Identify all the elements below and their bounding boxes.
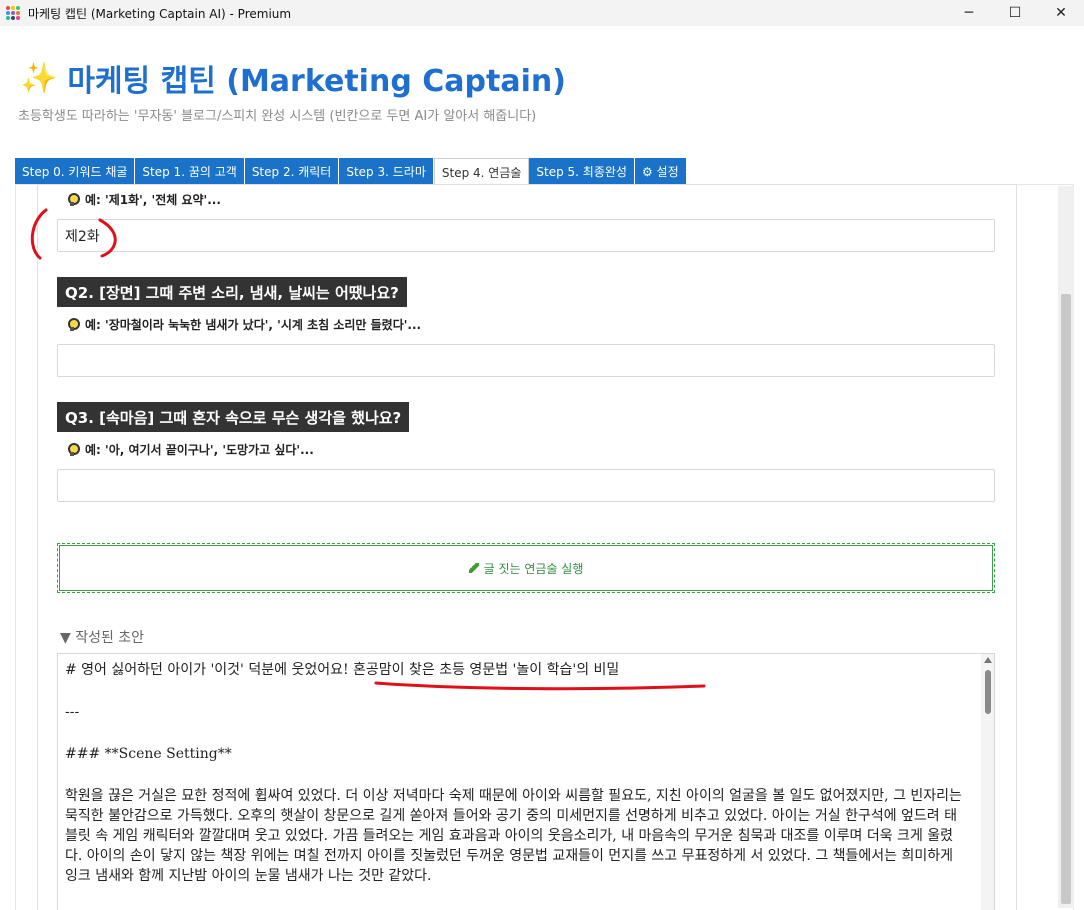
q3-hint: 예: '아, 여기서 끝이구나', '도망가고 싶다'...: [67, 441, 314, 458]
lightbulb-icon: [67, 442, 80, 457]
scroll-up-icon[interactable]: [984, 657, 992, 663]
tab-settings[interactable]: ⚙ 설정: [634, 158, 687, 184]
lightbulb-icon: [67, 192, 80, 207]
window-title: 마케팅 캡틴 (Marketing Captain AI) - Premium: [28, 6, 292, 21]
panel-scrollbar-thumb[interactable]: [1061, 294, 1071, 904]
tab-step-0[interactable]: Step 0. 키워드 채굴: [15, 158, 136, 184]
page-title: ✨ 마케팅 캡틴 (Marketing Captain): [20, 56, 566, 100]
page-subtitle: 초등학생도 따라하는 '무자동' 블로그/스피치 완성 시스템 (빈칸으로 두면…: [18, 109, 537, 124]
tab-step-4[interactable]: Step 4. 연금술: [433, 158, 530, 185]
sparkle-icon: ✨: [20, 60, 58, 96]
draft-line: 학원을 끊은 거실은 묘한 정적에 휩싸여 있었다. 더 이상 저녁마다 숙제 …: [65, 788, 962, 884]
q2-label: Q2. [장면] 그때 주변 소리, 냄새, 날씨는 어땠나요?: [57, 277, 407, 307]
maximize-button[interactable]: ☐: [992, 0, 1038, 26]
step-tabs: Step 0. 키워드 채굴 Step 1. 꿈의 고객 Step 2. 캐릭터…: [15, 158, 687, 185]
draft-scrollbar-thumb[interactable]: [985, 670, 991, 714]
q2-hint-text: 예: '장마철이라 눅눅한 냄새가 났다', '시계 초침 소리만 들렸다'..…: [85, 318, 422, 332]
window-titlebar: 마케팅 캡틴 (Marketing Captain AI) - Premium …: [0, 0, 1084, 26]
minimize-button[interactable]: ─: [946, 0, 992, 26]
tab-step-3[interactable]: Step 3. 드라마: [339, 158, 434, 184]
draft-section-title[interactable]: ▼ 작성된 초안: [60, 627, 144, 647]
q3-hint-text: 예: '아, 여기서 끝이구나', '도망가고 싶다'...: [85, 443, 314, 457]
draft-textarea[interactable]: # 영어 싫어하던 아이가 '이것' 덕분에 웃었어요! 혼공맘이 찾은 초등 …: [57, 653, 995, 910]
lightbulb-icon: [67, 317, 80, 332]
draft-scrollbar[interactable]: [981, 654, 994, 910]
page-title-text: 마케팅 캡틴 (Marketing Captain): [67, 64, 566, 99]
run-alchemy-button[interactable]: 글 짓는 연금술 실행: [57, 543, 995, 593]
draft-line: # 영어 싫어하던 아이가 '이것' 덕분에 웃었어요! 혼공맘이 찾은 초등 …: [65, 662, 620, 678]
tab-step-2[interactable]: Step 2. 캐릭터: [244, 158, 340, 184]
q2-input[interactable]: [57, 344, 995, 377]
pencil-icon: [468, 563, 479, 573]
draft-line: ### **Scene Setting**: [65, 746, 232, 762]
q1-hint-text: 예: '제1화', '전체 요약'...: [85, 193, 221, 207]
run-alchemy-label: 글 짓는 연금술 실행: [483, 561, 584, 576]
close-button[interactable]: ✕: [1038, 0, 1084, 26]
draft-line: ---: [65, 704, 80, 720]
q1-hint: 예: '제1화', '전체 요약'...: [67, 191, 221, 208]
q3-input[interactable]: [57, 469, 995, 502]
q3-label: Q3. [속마음] 그때 혼자 속으로 무슨 생각을 했나요?: [57, 402, 410, 432]
q2-hint: 예: '장마철이라 눅눅한 냄새가 났다', '시계 초침 소리만 들렸다'..…: [67, 316, 421, 333]
tab-step-1[interactable]: Step 1. 꿈의 고객: [135, 158, 245, 184]
app-logo-icon: [6, 5, 22, 21]
q1-input[interactable]: 제2화: [57, 219, 995, 252]
tab-step-5[interactable]: Step 5. 최종완성: [529, 158, 635, 184]
